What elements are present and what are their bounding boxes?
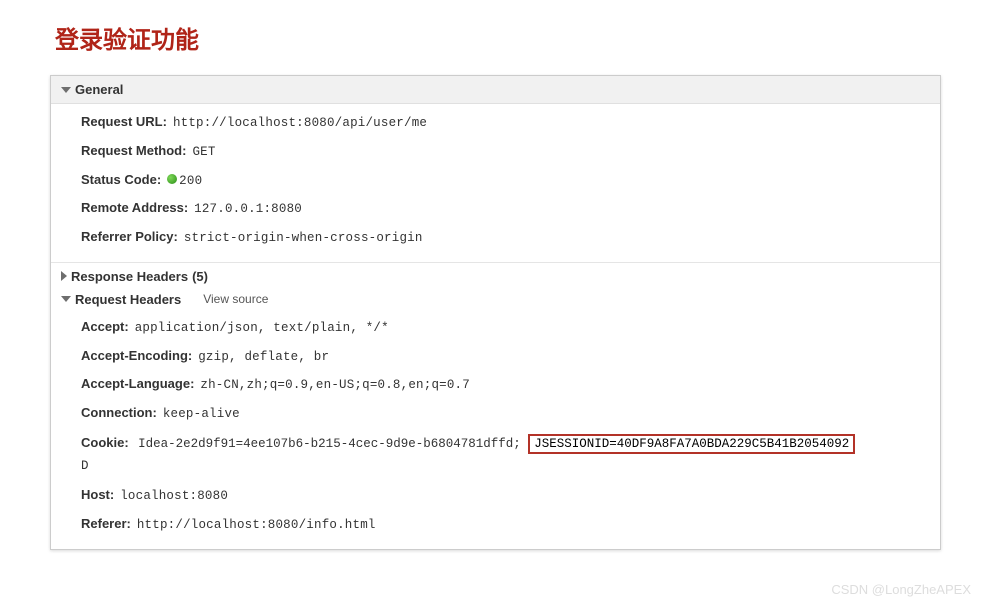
view-source-link[interactable]: View source — [203, 292, 268, 306]
value-cookie-prefix: Idea-2e2d9f91=4ee107b6-b215-4cec-9d9e-b6… — [138, 437, 528, 451]
label-request-url: Request URL: — [81, 112, 167, 132]
label-referer: Referer: — [81, 514, 131, 534]
row-accept: Accept: application/json, text/plain, */… — [51, 313, 940, 342]
label-accept: Accept: — [81, 317, 129, 337]
row-remote-address: Remote Address: 127.0.0.1:8080 — [51, 194, 940, 223]
label-accept-encoding: Accept-Encoding: — [81, 346, 192, 366]
general-section-body: Request URL: http://localhost:8080/api/u… — [51, 104, 940, 262]
value-cookie-suffix: D — [81, 459, 89, 473]
row-host: Host: localhost:8080 — [51, 481, 940, 510]
triangle-right-icon — [61, 271, 67, 281]
row-accept-encoding: Accept-Encoding: gzip, deflate, br — [51, 342, 940, 371]
section-label-general: General — [75, 82, 123, 97]
label-cookie: Cookie: — [81, 435, 129, 450]
value-referer: http://localhost:8080/info.html — [137, 516, 376, 535]
triangle-down-icon — [61, 296, 71, 302]
value-accept-language: zh-CN,zh;q=0.9,en-US;q=0.8,en;q=0.7 — [200, 376, 470, 395]
request-headers-body: Accept: application/json, text/plain, */… — [51, 309, 940, 549]
label-host: Host: — [81, 485, 114, 505]
value-referrer-policy: strict-origin-when-cross-origin — [184, 229, 423, 248]
value-request-method: GET — [192, 143, 215, 162]
triangle-down-icon — [61, 87, 71, 93]
value-request-url: http://localhost:8080/api/user/me — [173, 114, 427, 133]
value-accept: application/json, text/plain, */* — [135, 319, 389, 338]
status-dot-icon — [167, 174, 177, 184]
row-request-method: Request Method: GET — [51, 137, 940, 166]
label-referrer-policy: Referrer Policy: — [81, 227, 178, 247]
value-remote-address: 127.0.0.1:8080 — [194, 200, 302, 219]
label-status-code: Status Code: — [81, 170, 161, 190]
label-connection: Connection: — [81, 403, 157, 423]
row-referer: Referer: http://localhost:8080/info.html — [51, 510, 940, 539]
row-status-code: Status Code: 200 — [51, 166, 940, 195]
row-connection: Connection: keep-alive — [51, 399, 940, 428]
row-request-url: Request URL: http://localhost:8080/api/u… — [51, 108, 940, 137]
value-status-code: 200 — [179, 172, 202, 191]
label-remote-address: Remote Address: — [81, 198, 188, 218]
value-connection: keep-alive — [163, 405, 240, 424]
value-accept-encoding: gzip, deflate, br — [198, 348, 329, 367]
section-header-request-headers[interactable]: Request Headers View source — [51, 286, 940, 309]
section-label-request-headers: Request Headers — [75, 292, 181, 307]
value-host: localhost:8080 — [120, 487, 228, 506]
section-header-general[interactable]: General — [51, 76, 940, 104]
row-cookie: Cookie: Idea-2e2d9f91=4ee107b6-b215-4cec… — [51, 428, 940, 482]
section-header-response-headers[interactable]: Response Headers (5) — [51, 263, 940, 286]
label-request-method: Request Method: — [81, 141, 186, 161]
response-headers-count: (5) — [192, 269, 208, 284]
devtools-headers-panel: General Request URL: http://localhost:80… — [50, 75, 941, 550]
label-accept-language: Accept-Language: — [81, 374, 194, 394]
page-title: 登录验证功能 — [55, 20, 941, 55]
cookie-jsessionid-highlight: JSESSIONID=40DF9A8FA7A0BDA229C5B41B20540… — [528, 434, 855, 454]
watermark: CSDN @LongZheAPEX — [831, 582, 971, 597]
row-accept-language: Accept-Language: zh-CN,zh;q=0.9,en-US;q=… — [51, 370, 940, 399]
section-label-response-headers: Response Headers — [71, 269, 188, 284]
row-referrer-policy: Referrer Policy: strict-origin-when-cros… — [51, 223, 940, 252]
